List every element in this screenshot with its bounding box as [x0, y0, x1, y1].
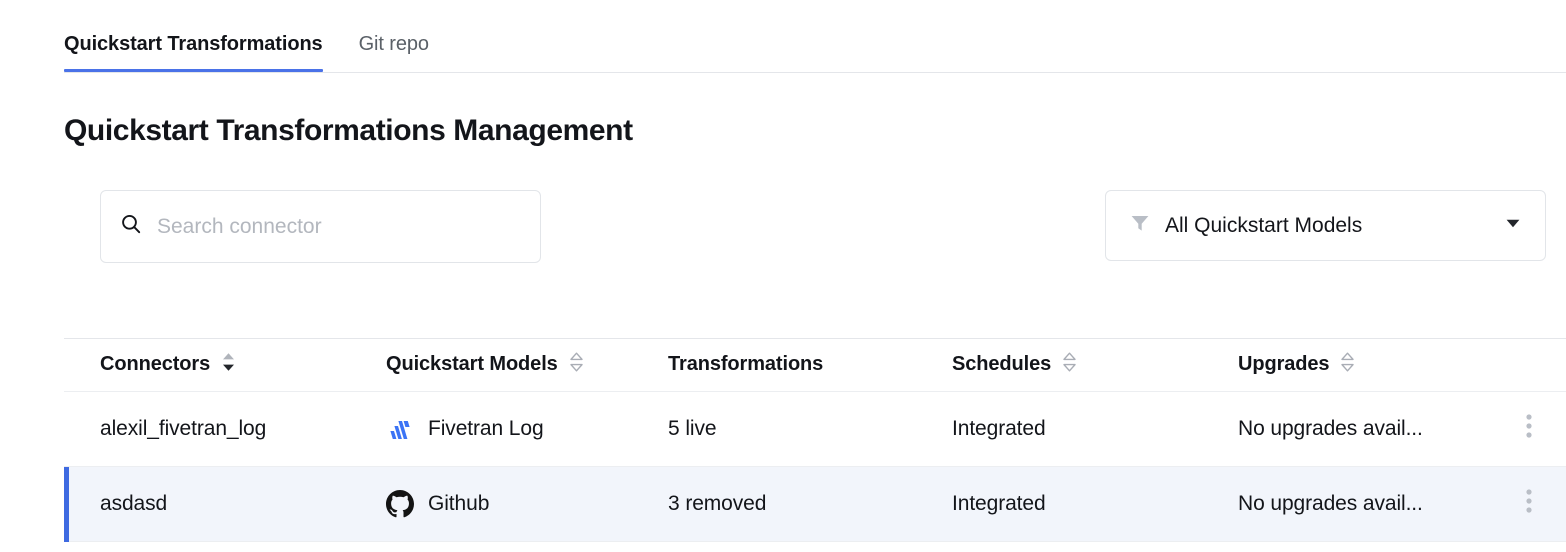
- tab-list: Quickstart Transformations Git repo: [64, 30, 429, 72]
- sort-icon-quickstart-models[interactable]: [569, 351, 584, 379]
- tab-label: Quickstart Transformations: [64, 33, 323, 55]
- cell-upgrades: No upgrades avail...: [1202, 492, 1492, 516]
- column-header-connectors[interactable]: Connectors: [64, 351, 350, 379]
- quickstart-models-filter-select[interactable]: All Quickstart Models: [1105, 190, 1546, 261]
- cell-schedules: Integrated: [916, 492, 1202, 516]
- search-input[interactable]: [157, 214, 522, 239]
- github-logo-icon: [386, 490, 414, 518]
- schedules-status: Integrated: [952, 492, 1046, 515]
- column-header-transformations: Transformations: [632, 353, 916, 376]
- model-name: Github: [428, 492, 490, 515]
- model-name: Fivetran Log: [428, 417, 544, 440]
- table-row[interactable]: alexil_fivetran_log Fivetran Log 5 live …: [64, 392, 1566, 467]
- chevron-down-icon[interactable]: [1503, 213, 1523, 238]
- transformations-status: 5 live: [668, 417, 717, 440]
- column-header-label: Schedules: [952, 353, 1052, 375]
- cell-connector: asdasd: [64, 492, 350, 516]
- cell-schedules: Integrated: [916, 417, 1202, 441]
- funnel-icon: [1129, 212, 1151, 239]
- cell-transformations: 3 removed: [632, 492, 916, 516]
- column-header-label: Connectors: [100, 353, 211, 375]
- sort-icon-schedules[interactable]: [1062, 351, 1077, 379]
- upgrades-status: No upgrades avail...: [1238, 417, 1423, 440]
- tab-label: Git repo: [358, 33, 429, 55]
- sort-icon-connectors[interactable]: [221, 351, 236, 379]
- tab-bar-divider: [64, 72, 1566, 73]
- upgrades-status: No upgrades avail...: [1238, 492, 1423, 515]
- column-header-schedules[interactable]: Schedules: [916, 351, 1202, 379]
- quickstart-transformations-table: Connectors Quickstart Models Transformat…: [64, 338, 1566, 542]
- column-header-label: Transformations: [668, 353, 824, 375]
- tab-quickstart-transformations[interactable]: Quickstart Transformations: [64, 30, 323, 72]
- filter-selected-value: All Quickstart Models: [1165, 213, 1363, 237]
- cell-transformations: 5 live: [632, 417, 916, 441]
- table-header-row: Connectors Quickstart Models Transformat…: [64, 338, 1566, 392]
- cell-quickstart-model: Github: [350, 490, 632, 518]
- column-header-label: Upgrades: [1238, 353, 1330, 375]
- kebab-menu-icon[interactable]: [1526, 488, 1532, 520]
- tab-git-repo[interactable]: Git repo: [359, 30, 429, 72]
- search-connector-box[interactable]: [100, 190, 541, 263]
- cell-upgrades: No upgrades avail...: [1202, 417, 1492, 441]
- transformations-status: 3 removed: [668, 492, 767, 515]
- column-header-upgrades[interactable]: Upgrades: [1202, 351, 1492, 379]
- tab-bar: Quickstart Transformations Git repo: [0, 0, 1566, 75]
- cell-actions[interactable]: [1492, 488, 1566, 520]
- column-header-quickstart-models[interactable]: Quickstart Models: [350, 351, 632, 379]
- search-icon: [119, 212, 143, 241]
- cell-quickstart-model: Fivetran Log: [350, 415, 632, 443]
- cell-actions[interactable]: [1492, 413, 1566, 445]
- schedules-status: Integrated: [952, 417, 1046, 440]
- kebab-menu-icon[interactable]: [1526, 413, 1532, 445]
- connector-name: alexil_fivetran_log: [100, 417, 267, 440]
- table-row[interactable]: asdasd Github 3 removed Integrated No up…: [64, 467, 1566, 542]
- connector-name: asdasd: [100, 492, 168, 515]
- sort-icon-upgrades[interactable]: [1340, 351, 1355, 379]
- page-title: Quickstart Transformations Management: [64, 114, 633, 147]
- cell-connector: alexil_fivetran_log: [64, 417, 350, 441]
- fivetran-logo-icon: [386, 415, 414, 443]
- column-header-label: Quickstart Models: [386, 353, 558, 375]
